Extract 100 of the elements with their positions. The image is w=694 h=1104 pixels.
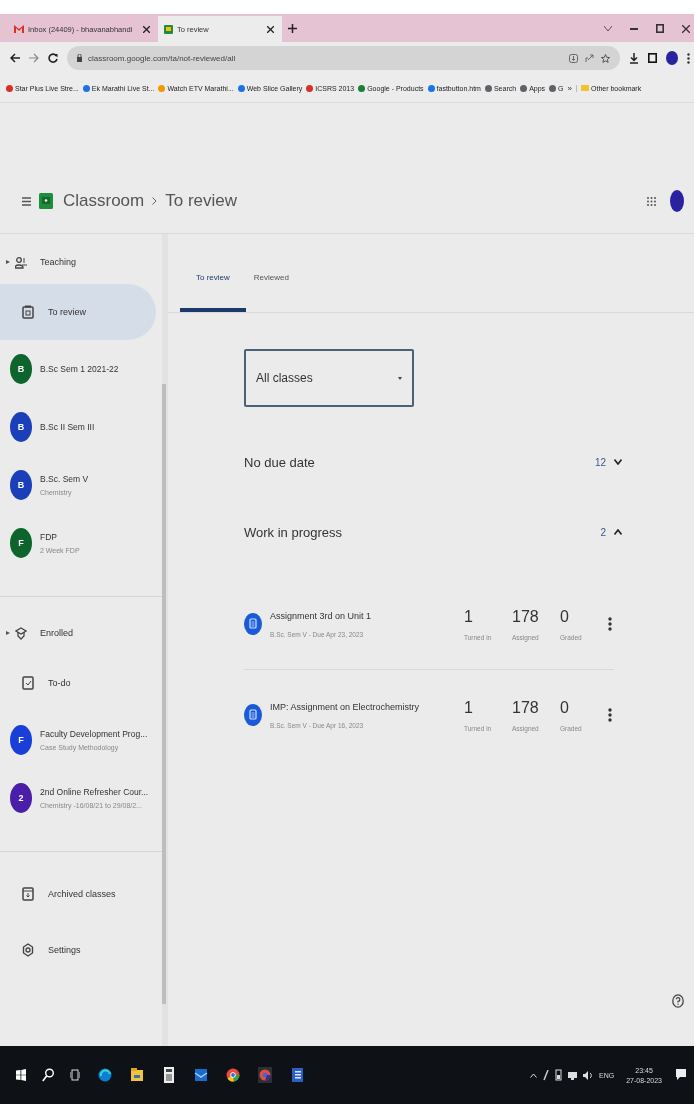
bookmark-icon — [520, 84, 528, 92]
stat-value: 178 — [512, 607, 540, 626]
tab[interactable]: Reviewed — [245, 273, 297, 312]
bookmark-icon — [306, 84, 314, 92]
chrome-profile-icon[interactable] — [258, 1067, 272, 1083]
classroom-logo-icon — [39, 193, 53, 209]
install-icon[interactable] — [569, 53, 578, 63]
class-item[interactable]: B B.Sc II Sem III — [0, 398, 162, 456]
section-header[interactable]: Teaching — [0, 240, 162, 284]
bookmark-icon — [484, 84, 492, 92]
pen-icon[interactable] — [543, 1069, 549, 1081]
close-icon[interactable] — [143, 25, 150, 33]
class-avatar: F — [10, 725, 32, 755]
bookmark-icon — [158, 84, 166, 92]
chevron-down-icon[interactable] — [604, 26, 612, 31]
graduation-cap-icon — [15, 626, 27, 640]
tab[interactable]: To review — [180, 273, 246, 312]
reload-icon[interactable] — [48, 53, 58, 63]
back-icon[interactable] — [10, 53, 20, 63]
checklist-icon — [22, 676, 34, 690]
profile-avatar-icon[interactable] — [666, 51, 678, 65]
nav-item[interactable]: To review — [0, 284, 156, 340]
class-avatar: 2 — [10, 783, 32, 813]
assignment-title: Assignment 3rd on Unit 1 — [270, 610, 373, 621]
share-icon[interactable] — [585, 53, 594, 63]
more-icon[interactable] — [687, 52, 690, 64]
notifications-icon[interactable] — [676, 1069, 686, 1081]
archive-icon — [22, 887, 34, 901]
class-avatar: B — [10, 354, 32, 384]
section-toggle[interactable]: Work in progress 2 — [244, 497, 622, 567]
nav-item[interactable]: To-do — [0, 655, 156, 711]
class-avatar: B — [10, 470, 32, 500]
more-options-icon[interactable] — [608, 617, 612, 631]
restore-icon[interactable] — [656, 24, 664, 33]
menu-icon[interactable] — [22, 196, 31, 206]
more-options-icon[interactable] — [608, 708, 612, 722]
close-icon[interactable] — [682, 24, 690, 33]
forward-icon[interactable] — [29, 53, 39, 63]
people-icon — [15, 255, 27, 269]
class-name: B.Sc. Sem V — [40, 474, 89, 484]
stat-value: 1 — [464, 607, 474, 626]
network-icon[interactable] — [568, 1070, 577, 1080]
volume-icon[interactable] — [583, 1070, 593, 1080]
breadcrumb: To review — [165, 191, 238, 211]
task-view-icon[interactable] — [70, 1069, 80, 1081]
class-name: 2nd Online Refresher Cour... — [40, 787, 149, 797]
chrome-icon[interactable] — [226, 1067, 240, 1083]
help-icon[interactable] — [672, 994, 684, 1008]
start-icon[interactable] — [16, 1069, 26, 1081]
battery-icon[interactable] — [555, 1069, 562, 1081]
chevron-up-icon — [614, 529, 622, 535]
url-text: classroom.google.com/ta/not-reviewed/all — [88, 53, 236, 63]
stat-value: 178 — [512, 698, 540, 717]
scrollbar[interactable] — [162, 234, 168, 1046]
search-icon[interactable] — [42, 1068, 54, 1082]
bookmark-icon — [6, 84, 13, 92]
chevron-up-icon[interactable] — [530, 1072, 537, 1078]
class-avatar: F — [10, 528, 32, 558]
minimize-icon[interactable] — [630, 27, 638, 30]
calculator-icon[interactable] — [162, 1067, 176, 1083]
lock-icon — [77, 54, 82, 62]
apps-grid-icon[interactable] — [647, 196, 656, 206]
settings-icon — [22, 943, 34, 957]
app-title[interactable]: Classroom — [63, 191, 145, 211]
address-bar[interactable]: classroom.google.com/ta/not-reviewed/all — [67, 46, 620, 70]
class-name: B.Sc Sem 1 2021-22 — [40, 364, 119, 374]
mail-icon — [14, 25, 24, 33]
bookmark-icon — [237, 84, 245, 92]
bookmark-icon — [549, 84, 557, 92]
mail-icon[interactable] — [194, 1067, 208, 1083]
bookmark-icon — [82, 84, 90, 92]
new-tab-icon[interactable] — [288, 24, 297, 33]
bookmark-icon — [358, 84, 366, 92]
class-item[interactable]: B B.Sc Sem 1 2021-22 — [0, 340, 162, 398]
nav-item[interactable]: Archived classes — [0, 866, 156, 922]
class-avatar: B — [10, 412, 32, 442]
dropdown-arrow-icon — [398, 376, 402, 380]
stat-value: 0 — [560, 607, 570, 626]
nav-item[interactable]: Settings — [0, 922, 156, 978]
side-panel-icon[interactable] — [648, 53, 657, 63]
section-header[interactable]: Enrolled — [0, 611, 162, 655]
download-icon[interactable] — [629, 52, 639, 64]
folder-icon[interactable] — [130, 1067, 144, 1083]
expand-arrow-icon — [6, 631, 10, 635]
account-avatar[interactable] — [670, 190, 684, 212]
more-bookmarks-button[interactable]: » — [567, 83, 572, 93]
section-toggle[interactable]: No due date 12 — [244, 427, 622, 497]
stat-value: 0 — [560, 698, 570, 717]
browser-icon[interactable] — [98, 1067, 112, 1083]
bookmark-icon — [427, 84, 435, 92]
class-filter-dropdown[interactable]: All classes — [244, 349, 414, 407]
scrollbar-thumb[interactable] — [162, 384, 166, 1004]
folder-icon — [581, 85, 589, 91]
close-icon[interactable] — [267, 25, 274, 33]
stat-value: 1 — [464, 698, 474, 717]
star-icon[interactable] — [601, 53, 610, 63]
class-name: Faculty Development Prog... — [40, 729, 148, 739]
chevron-down-icon — [614, 459, 622, 465]
word-icon[interactable] — [290, 1067, 304, 1083]
class-name: B.Sc II Sem III — [40, 422, 95, 432]
